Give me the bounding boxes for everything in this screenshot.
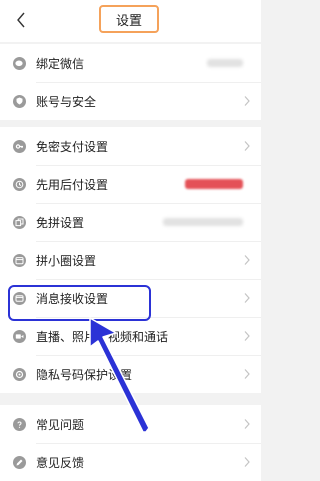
blurred-value <box>163 218 243 226</box>
chevron-right-icon <box>244 293 250 303</box>
row-bind-wechat[interactable]: 绑定微信 <box>0 44 261 82</box>
settings-group-features: 免密支付设置 先用后付设置 免拼设置 拼小圈设置 消息接收设置 直播、照片、视频 <box>0 127 261 393</box>
blurred-value <box>185 179 243 189</box>
chevron-right-icon <box>244 96 250 106</box>
feedback-icon <box>13 455 26 469</box>
blurred-value <box>207 59 243 67</box>
video-icon <box>13 329 26 343</box>
chevron-right-icon <box>244 255 250 265</box>
back-button[interactable] <box>8 6 34 34</box>
row-privacy-number[interactable]: 隐私号码保护设置 <box>0 355 261 393</box>
privacy-icon <box>13 367 26 381</box>
row-account-security[interactable]: 账号与安全 <box>0 82 261 120</box>
clock-icon <box>13 177 26 191</box>
top-navigation-bar: 设置 <box>0 0 261 42</box>
chevron-right-icon <box>244 419 250 429</box>
message-icon <box>13 291 26 305</box>
row-pay-later[interactable]: 先用后付设置 <box>0 165 261 203</box>
wechat-icon <box>13 56 26 70</box>
row-label: 免密支付设置 <box>36 139 109 154</box>
row-social-circle[interactable]: 拼小圈设置 <box>0 241 261 279</box>
chevron-left-icon <box>17 12 25 28</box>
row-label: 隐私号码保护设置 <box>36 367 133 382</box>
chevron-right-icon <box>244 141 250 151</box>
row-label: 账号与安全 <box>36 94 97 109</box>
chevron-right-icon <box>244 457 250 467</box>
row-faq[interactable]: 常见问题 <box>0 405 261 443</box>
shield-icon <box>13 94 26 108</box>
row-label: 绑定微信 <box>36 56 85 71</box>
row-live-photo-video-call[interactable]: 直播、照片、视频和通话 <box>0 317 261 355</box>
question-icon <box>13 417 26 431</box>
key-icon <box>13 139 26 153</box>
chevron-right-icon <box>244 331 250 341</box>
page-title: 设置 <box>99 5 159 33</box>
row-label: 拼小圈设置 <box>36 253 97 268</box>
row-message-settings[interactable]: 消息接收设置 <box>0 279 261 317</box>
row-label: 消息接收设置 <box>36 291 109 306</box>
row-password-free-payment[interactable]: 免密支付设置 <box>0 127 261 165</box>
row-feedback[interactable]: 意见反馈 <box>0 443 261 481</box>
settings-group-account: 绑定微信 账号与安全 <box>0 44 261 120</box>
row-label: 常见问题 <box>36 417 85 432</box>
row-label: 免拼设置 <box>36 215 85 230</box>
row-no-group-buy[interactable]: 免拼设置 <box>0 203 261 241</box>
copy-icon <box>13 215 26 229</box>
row-label: 意见反馈 <box>36 455 85 470</box>
settings-group-help: 常见问题 意见反馈 <box>0 405 261 481</box>
calendar-icon <box>13 253 26 267</box>
row-label: 直播、照片、视频和通话 <box>36 329 169 344</box>
chevron-right-icon <box>244 369 250 379</box>
row-label: 先用后付设置 <box>36 177 109 192</box>
